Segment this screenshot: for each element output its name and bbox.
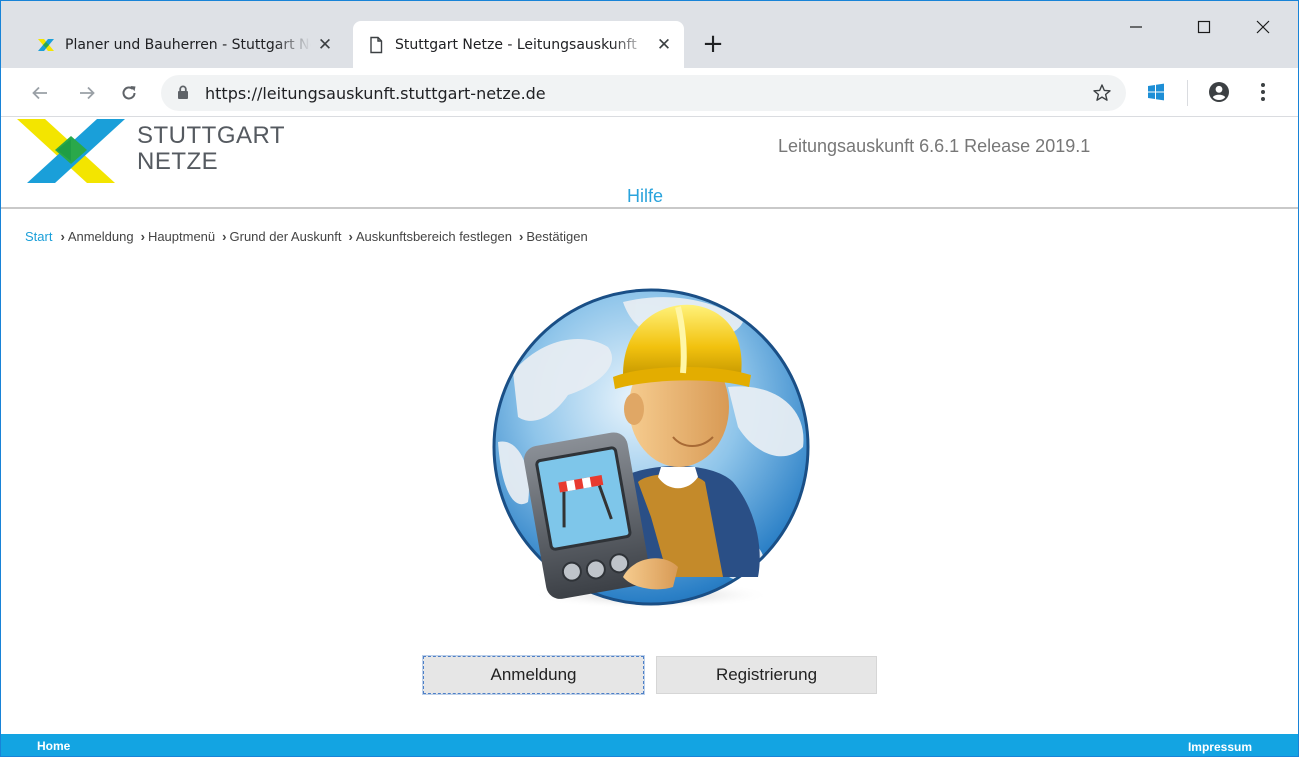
star-icon[interactable] (1092, 83, 1112, 107)
site-footer: Home Impressum (1, 734, 1298, 756)
breadcrumb-step: › Grund der Auskunft (222, 229, 342, 244)
new-tab-button[interactable]: + (699, 31, 727, 59)
tab-close-icon[interactable]: ✕ (650, 35, 678, 55)
browser-toolbar: https://leitungsauskunft.stuttgart-netze… (1, 68, 1298, 117)
site-header: STUTTGART NETZE Leitungsauskunft 6.6.1 R… (1, 117, 1298, 209)
tab-title: Planer und Bauherren - Stuttgart Netze (65, 36, 311, 53)
app-version: Leitungsauskunft 6.6.1 Release 2019.1 (778, 136, 1091, 156)
home-link[interactable]: Home (37, 739, 70, 753)
register-button[interactable]: Registrierung (656, 656, 877, 694)
page-icon (367, 36, 385, 54)
chevron-right-icon: › (60, 229, 65, 244)
breadcrumb-step: › Bestätigen (518, 229, 588, 244)
logo-wordmark: STUTTGART NETZE (137, 123, 285, 175)
tab-title: Stuttgart Netze - Leitungsauskunft (395, 36, 637, 53)
forward-icon[interactable] (74, 80, 100, 106)
url-text: https://leitungsauskunft.stuttgart-netze… (205, 83, 546, 103)
minimize-icon[interactable] (1116, 13, 1156, 43)
address-bar[interactable]: https://leitungsauskunft.stuttgart-netze… (161, 75, 1126, 111)
stuttgart-netze-favicon (37, 36, 55, 54)
tab-planer[interactable]: Planer und Bauherren - Stuttgart Netze ✕ (23, 21, 345, 68)
stuttgart-netze-logo-icon[interactable] (17, 119, 127, 189)
toolbar-divider (1187, 80, 1188, 106)
breadcrumb-step: › Hauptmenü (140, 229, 216, 244)
browser-window: Planer und Bauherren - Stuttgart Netze ✕… (0, 0, 1299, 757)
back-icon[interactable] (27, 80, 53, 106)
breadcrumb: Start › Anmeldung › Hauptmenü › Grund der A… (25, 229, 595, 244)
reload-icon[interactable] (116, 80, 142, 106)
help-link[interactable]: Hilfe (627, 186, 663, 207)
chevron-right-icon: › (518, 229, 524, 244)
breadcrumb-step: › Auskunftsbereich festlegen (348, 229, 512, 244)
worker-globe-illustration (473, 277, 833, 627)
chevron-right-icon: › (348, 229, 353, 244)
breadcrumb-start[interactable]: Start (25, 229, 52, 244)
close-icon[interactable] (1243, 13, 1283, 43)
logo-line2: NETZE (137, 148, 219, 175)
windows-icon[interactable] (1146, 82, 1166, 106)
tab-leitungsauskunft[interactable]: Stuttgart Netze - Leitungsauskunft ✕ (353, 21, 684, 68)
breadcrumb-step: › Anmeldung (60, 229, 134, 244)
maximize-icon[interactable] (1184, 13, 1224, 43)
tab-close-icon[interactable]: ✕ (311, 35, 339, 55)
profile-icon[interactable] (1208, 81, 1230, 107)
menu-icon[interactable] (1260, 82, 1266, 106)
tab-strip: Planer und Bauherren - Stuttgart Netze ✕… (1, 1, 1298, 68)
chevron-right-icon: › (222, 229, 227, 244)
lock-icon (177, 84, 191, 103)
impressum-link[interactable]: Impressum (1188, 740, 1252, 754)
logo-line1: STUTTGART (137, 122, 286, 149)
chevron-right-icon: › (140, 229, 145, 244)
login-button[interactable]: Anmeldung (422, 655, 645, 695)
web-page: STUTTGART NETZE Leitungsauskunft 6.6.1 R… (1, 117, 1298, 756)
